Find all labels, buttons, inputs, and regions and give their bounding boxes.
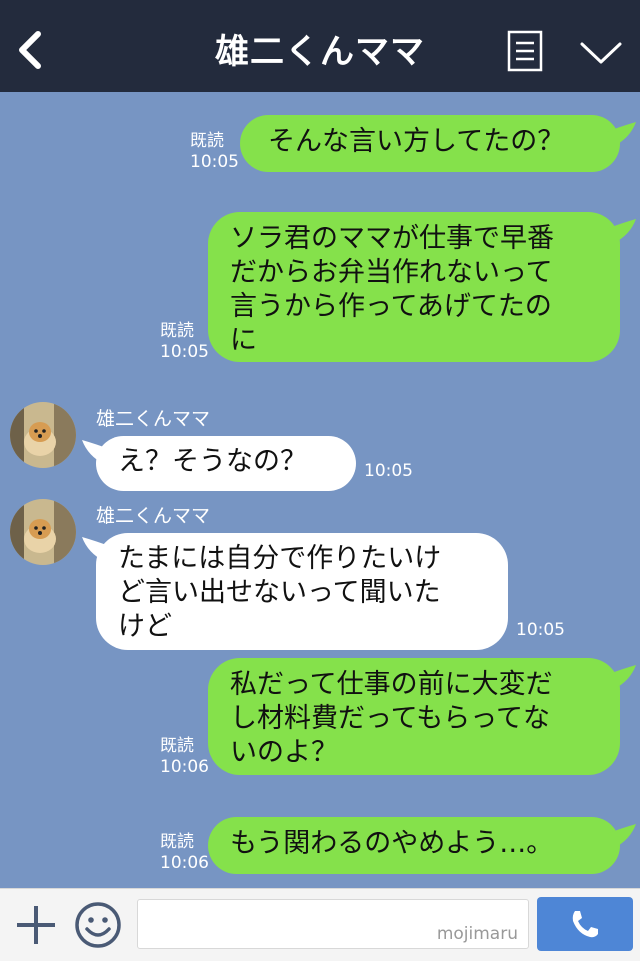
call-button[interactable] <box>537 897 633 951</box>
message-time: 10:05 <box>190 152 239 172</box>
phone-icon <box>572 911 598 938</box>
message-bubble[interactable]: そんな言い方してたの？ <box>240 115 620 172</box>
chat-title: 雄二くんママ <box>215 32 425 72</box>
chevron-down-icon[interactable] <box>578 38 624 68</box>
message-line: そんな言い方してたの？ <box>268 126 565 157</box>
message-meta: 既読 10:06 <box>160 736 209 778</box>
bubble-tail <box>606 122 636 146</box>
message-bubble[interactable]: 私だって仕事の前に大変だ し材料費だってもらってな いのよ？ <box>208 658 620 775</box>
bubble-tail <box>82 440 112 464</box>
message-list[interactable]: 既読 10:05 そんな言い方してたの？ 既読 10:05 ソラ君のママが仕事で… <box>0 92 640 888</box>
message-line: 言うから作ってあげてたの <box>230 291 552 322</box>
message-line: だからお弁当作れないって <box>230 257 553 288</box>
dog-avatar-icon <box>10 499 76 565</box>
sender-name: 雄二くんママ <box>96 408 211 430</box>
avatar[interactable] <box>10 402 76 468</box>
message-time: 10:05 <box>160 342 209 362</box>
sender-name: 雄二くんママ <box>96 505 211 527</box>
message-line: に <box>230 325 257 356</box>
message-line: え？そうなの？ <box>118 446 307 477</box>
message-time: 10:06 <box>160 853 209 873</box>
message-time: 10:05 <box>516 620 565 640</box>
message-line: ソラ君のママが仕事で早番 <box>230 223 554 254</box>
message-line: 私だって仕事の前に大変だ <box>230 669 553 700</box>
message-line: けど <box>118 611 172 642</box>
message-line: もう関わるのやめよう…。 <box>230 828 554 859</box>
bubble-tail <box>606 824 636 848</box>
read-receipt: 既読 <box>160 736 194 756</box>
dog-avatar-icon <box>10 402 76 468</box>
read-receipt: 既読 <box>160 832 194 852</box>
message-line: ど言い出せないって聞いた <box>118 577 441 608</box>
message-composer: mojimaru <box>0 888 640 961</box>
message-time: 10:06 <box>160 757 209 777</box>
watermark-text: mojimaru <box>436 924 518 944</box>
bubble-tail <box>606 665 636 689</box>
chat-header: 雄二くんママ <box>0 0 640 92</box>
read-receipt: 既読 <box>190 131 224 151</box>
message-time: 10:05 <box>364 461 413 481</box>
message-meta: 既読 10:06 <box>160 832 209 874</box>
message-line: いのよ？ <box>230 737 338 768</box>
bubble-tail <box>82 537 112 561</box>
message-line: たまには自分で作りたいけ <box>118 543 442 574</box>
bubble-tail <box>606 219 636 243</box>
avatar[interactable] <box>10 499 76 565</box>
message-meta: 既読 10:05 <box>160 321 209 363</box>
read-receipt: 既読 <box>160 321 194 341</box>
smile-icon[interactable] <box>74 901 122 949</box>
notes-icon[interactable] <box>507 30 543 72</box>
message-line: し材料費だってもらってな <box>230 703 550 734</box>
message-bubble[interactable]: もう関わるのやめよう…。 <box>208 817 620 874</box>
message-bubble[interactable]: たまには自分で作りたいけ ど言い出せないって聞いた けど <box>96 533 508 650</box>
message-bubble[interactable]: え？そうなの？ <box>96 436 356 491</box>
message-meta: 既読 10:05 <box>190 131 239 173</box>
message-bubble[interactable]: ソラ君のママが仕事で早番 だからお弁当作れないって 言うから作ってあげてたの に <box>208 212 620 362</box>
plus-icon[interactable] <box>14 903 58 947</box>
message-input[interactable]: mojimaru <box>137 899 529 949</box>
